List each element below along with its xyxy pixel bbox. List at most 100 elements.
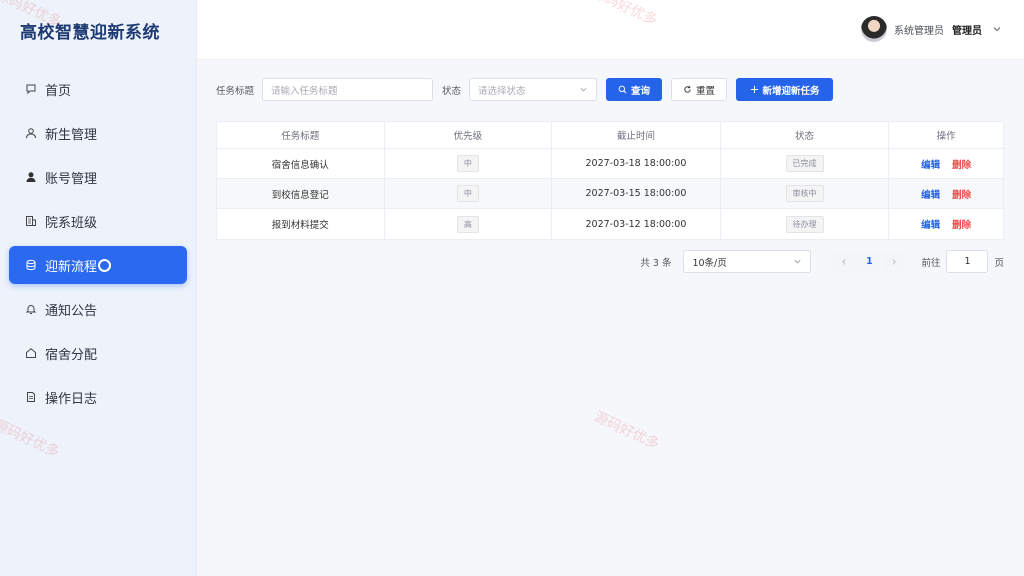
total-count: 共 3 条 — [640, 257, 672, 269]
priority-tag: 中 — [456, 185, 479, 202]
sidebar-item-students[interactable]: 新生管理 — [9, 114, 187, 152]
delete-button[interactable]: 删除 — [952, 157, 971, 171]
goto-suffix: 页 — [994, 257, 1004, 269]
priority-tag: 高 — [456, 215, 479, 233]
avatar[interactable] — [861, 16, 887, 42]
task-title-cell: 到校信息登记 — [217, 179, 385, 208]
app-title: 高校智慧迎新系统 — [20, 22, 160, 43]
filter-bar: 任务标题 请输入任务标题 状态 请选择状态 查询 重置 新增迎新任务 — [216, 78, 1004, 101]
plus-icon — [750, 85, 758, 94]
status-select[interactable]: 请选择状态 — [469, 78, 598, 101]
sidebar-item-home[interactable]: 首页 — [9, 70, 187, 108]
column-header: 优先级 — [385, 122, 553, 148]
sidebar-item-accounts[interactable]: 账号管理 — [9, 158, 187, 196]
house-icon — [25, 347, 37, 359]
deadline-cell: 2027-03-15 18:00:00 — [552, 179, 721, 208]
status-filter-label: 状态 — [442, 85, 462, 97]
table-row: 到校信息登记 中 2027-03-15 18:00:00 审核中 编辑 删除 — [217, 179, 1003, 209]
goto-label: 前往 — [921, 257, 941, 269]
chevron-down-icon[interactable] — [992, 24, 1002, 34]
sidebar: 高校智慧迎新系统 首页 新生管理 账号管理 院系班级 迎新流程 通知公告 宿舍分… — [0, 0, 197, 576]
sidebar-item-label: 通知公告 — [45, 303, 98, 319]
title-search-placeholder: 请输入任务标题 — [271, 85, 338, 97]
account-icon — [25, 171, 37, 183]
priority-cell: 中 — [385, 149, 553, 178]
task-title-cell: 报到材料提交 — [217, 209, 385, 239]
column-header: 截止时间 — [552, 122, 721, 148]
chevron-down-icon — [580, 87, 587, 92]
edit-button[interactable]: 编辑 — [921, 217, 940, 231]
deadline-cell: 2027-03-12 18:00:00 — [552, 209, 721, 239]
sidebar-item-label: 宿舍分配 — [45, 347, 98, 363]
chevron-left-icon — [842, 258, 846, 265]
pagination: 共 3 条 10条/页 1 前往 1 页 — [640, 250, 1004, 273]
user-menu[interactable]: 系统管理员 管理员 — [861, 16, 1002, 42]
search-icon — [618, 85, 627, 94]
user-name: 管理员 — [952, 25, 982, 37]
sidebar-item-label: 操作日志 — [45, 391, 98, 407]
status-badge: 待办理 — [785, 215, 824, 233]
top-header: 系统管理员 管理员 — [197, 0, 1024, 60]
home-icon — [25, 83, 37, 95]
task-title-cell: 宿舍信息确认 — [217, 149, 385, 178]
add-task-button[interactable]: 新增迎新任务 — [736, 78, 834, 101]
table-row: 报到材料提交 高 2027-03-12 18:00:00 待办理 编辑 删除 — [217, 209, 1003, 239]
actions-cell: 编辑 删除 — [889, 149, 1003, 178]
sidebar-item-label: 迎新流程 — [45, 259, 98, 275]
page-number[interactable]: 1 — [857, 250, 882, 273]
prev-page-button[interactable] — [833, 250, 856, 273]
task-table: 任务标题 优先级 截止时间 状态 操作 宿舍信息确认 中 2027-03-18 … — [216, 121, 1004, 240]
delete-button[interactable]: 删除 — [952, 217, 971, 231]
sidebar-item-logs[interactable]: 操作日志 — [9, 378, 187, 416]
goto-page: 前往 1 页 — [921, 250, 1004, 273]
edit-button[interactable]: 编辑 — [921, 157, 940, 171]
reset-button[interactable]: 重置 — [671, 78, 728, 101]
next-page-button[interactable] — [883, 250, 906, 273]
table-row: 宿舍信息确认 中 2027-03-18 18:00:00 已完成 编辑 删除 — [217, 149, 1003, 179]
status-cell: 审核中 — [721, 179, 890, 208]
title-search-input[interactable]: 请输入任务标题 — [262, 78, 434, 101]
priority-cell: 中 — [385, 179, 553, 208]
sidebar-item-label: 院系班级 — [45, 215, 98, 231]
page-size-select[interactable]: 10条/页 — [683, 250, 812, 273]
user-icon — [25, 127, 37, 139]
user-role: 系统管理员 — [894, 25, 944, 37]
main-content: 任务标题 请输入任务标题 状态 请选择状态 查询 重置 新增迎新任务 任务标题 … — [216, 78, 1004, 273]
document-icon — [25, 391, 37, 403]
chevron-right-icon — [892, 258, 897, 265]
sidebar-item-departments[interactable]: 院系班级 — [9, 202, 187, 240]
priority-cell: 高 — [385, 209, 553, 239]
add-task-button-label: 新增迎新任务 — [762, 85, 820, 97]
cursor-indicator — [98, 258, 112, 272]
goto-page-input[interactable]: 1 — [946, 250, 989, 273]
search-button[interactable]: 查询 — [606, 78, 663, 101]
reset-button-label: 重置 — [696, 85, 716, 97]
priority-tag: 中 — [456, 155, 479, 172]
sidebar-item-label: 账号管理 — [45, 171, 98, 187]
column-header: 状态 — [721, 122, 890, 148]
delete-button[interactable]: 删除 — [952, 187, 971, 201]
page-navigation: 1 — [833, 250, 906, 273]
sidebar-item-label: 新生管理 — [45, 127, 98, 143]
status-cell: 已完成 — [721, 149, 890, 178]
sidebar-nav: 首页 新生管理 账号管理 院系班级 迎新流程 通知公告 宿舍分配 操作日志 — [0, 70, 196, 416]
actions-cell: 编辑 删除 — [889, 179, 1003, 208]
column-header: 任务标题 — [217, 122, 385, 148]
status-badge: 已完成 — [785, 155, 824, 172]
status-badge: 审核中 — [785, 185, 824, 202]
building-icon — [25, 215, 37, 227]
refresh-icon — [684, 85, 691, 93]
search-button-label: 查询 — [631, 85, 651, 97]
sidebar-item-dormitory[interactable]: 宿舍分配 — [9, 334, 187, 372]
chevron-down-icon — [794, 259, 801, 264]
sidebar-item-notices[interactable]: 通知公告 — [9, 290, 187, 328]
flow-icon — [25, 259, 37, 271]
page-size-value: 10条/页 — [692, 257, 727, 269]
sidebar-item-label: 首页 — [45, 83, 72, 99]
table-header-row: 任务标题 优先级 截止时间 状态 操作 — [217, 122, 1003, 149]
deadline-cell: 2027-03-18 18:00:00 — [552, 149, 721, 178]
actions-cell: 编辑 删除 — [889, 209, 1003, 239]
sidebar-item-welcome-flow[interactable]: 迎新流程 — [9, 246, 187, 284]
edit-button[interactable]: 编辑 — [921, 187, 940, 201]
status-select-placeholder: 请选择状态 — [478, 85, 526, 97]
